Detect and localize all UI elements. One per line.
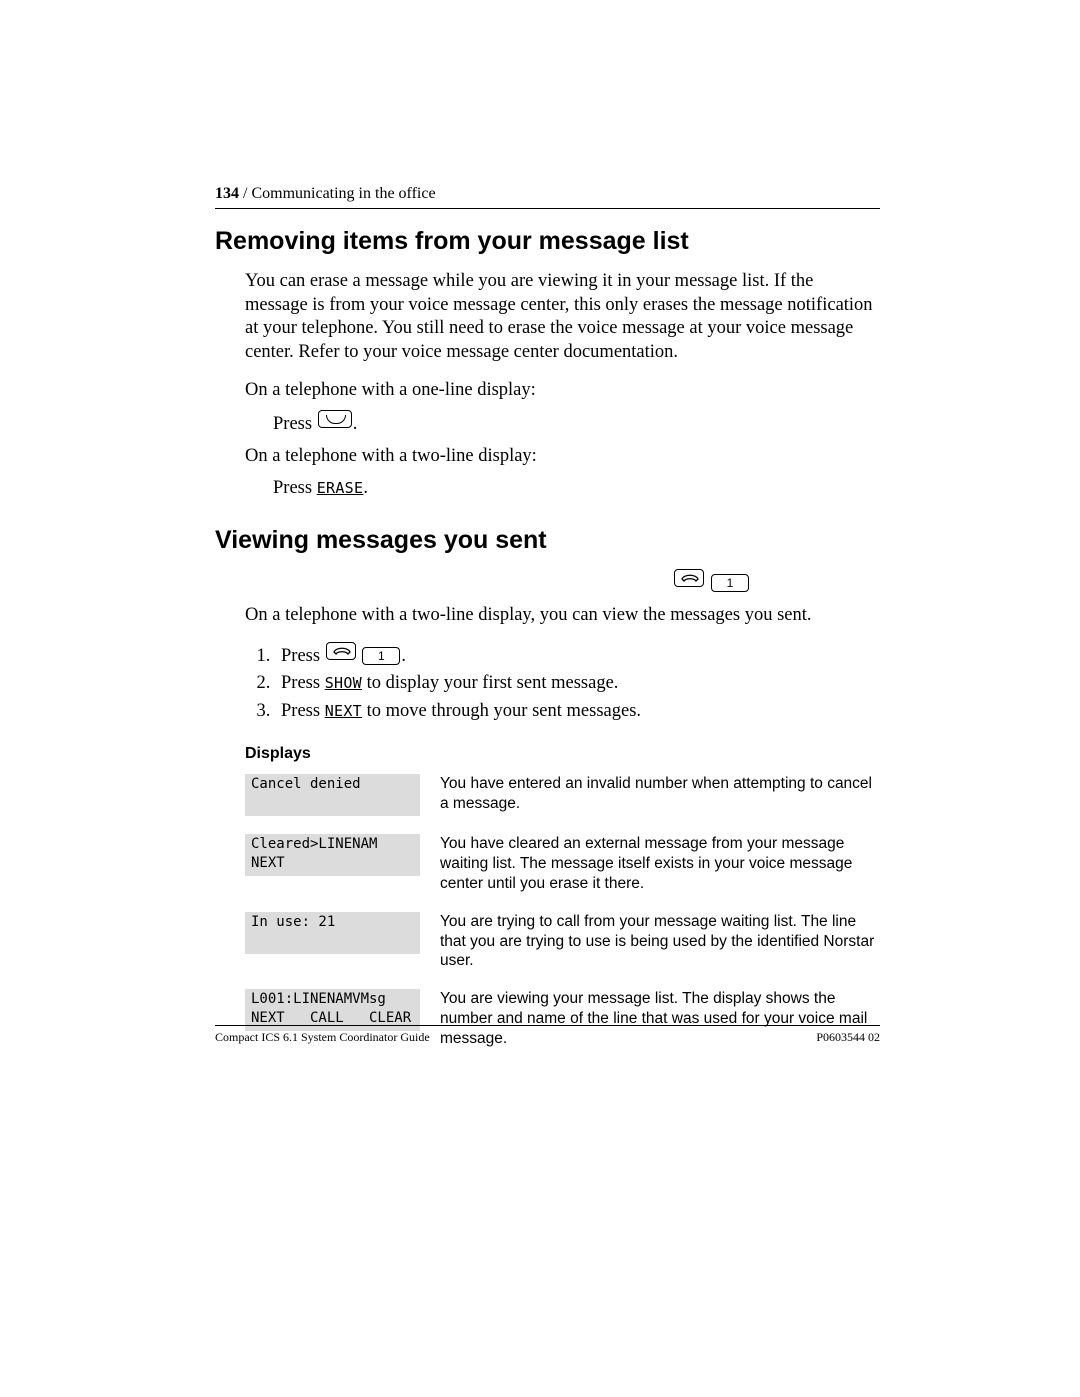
step2-tail: to display your first sent message. <box>362 673 618 693</box>
running-head-sep: / <box>239 185 251 202</box>
digit-key-1: 1 <box>711 574 749 592</box>
display-row: Cleared>LINENAM NEXT You have cleared an… <box>245 834 880 893</box>
period: . <box>353 414 358 434</box>
phone-display: In use: 21 <box>245 912 420 954</box>
body-removing: You can erase a message while you are vi… <box>245 270 880 500</box>
para-press-hold: Press . <box>273 410 880 437</box>
page-footer: Compact ICS 6.1 System Coordinator Guide… <box>215 1025 880 1045</box>
footer-right: P0603544 02 <box>816 1030 880 1045</box>
body-viewing: 1 On a telephone with a two-line display… <box>245 569 880 1048</box>
display-line1: Cancel denied <box>245 774 420 795</box>
running-head-section: Communicating in the office <box>251 185 435 202</box>
running-head: 134 / Communicating in the office <box>215 185 880 209</box>
page-number: 134 <box>215 185 239 202</box>
display-description: You have entered an invalid number when … <box>440 774 880 816</box>
para-press-erase: Press ERASE. <box>273 477 880 501</box>
digit-key-1b: 1 <box>362 647 400 665</box>
step-2: Press SHOW to display your first sent me… <box>275 672 880 696</box>
display-line1: L001:LINENAMVMsg <box>245 989 420 1010</box>
key-sequence-feature-1: 1 <box>245 569 880 596</box>
hold-key-icon <box>318 410 352 428</box>
display-line2 <box>245 933 420 954</box>
display-line1: In use: 21 <box>245 912 420 933</box>
softkey-erase: ERASE <box>317 479 364 497</box>
step3-press: Press <box>281 701 325 721</box>
display-description: You are trying to call from your message… <box>440 912 880 971</box>
step-1: Press 1. <box>275 642 880 669</box>
para-viewing-intro: On a telephone with a two-line display, … <box>245 604 880 628</box>
display-line2: NEXT <box>245 855 420 876</box>
display-line1: Cleared>LINENAM <box>245 834 420 855</box>
press-word-2: Press <box>273 478 317 498</box>
para-twoline-intro: On a telephone with a two-line display: <box>245 445 880 469</box>
phone-display: Cleared>LINENAM NEXT <box>245 834 420 876</box>
heading-displays: Displays <box>245 744 880 764</box>
step-3: Press NEXT to move through your sent mes… <box>275 700 880 724</box>
press-word: Press <box>273 414 317 434</box>
steps-list: Press 1. Press SHOW to display your firs… <box>245 642 880 724</box>
period-2: . <box>363 478 368 498</box>
heading-viewing-messages: Viewing messages you sent <box>215 526 880 555</box>
page-content: 134 / Communicating in the office Removi… <box>215 185 880 1067</box>
footer-left: Compact ICS 6.1 System Coordinator Guide <box>215 1030 430 1045</box>
para-oneline-intro: On a telephone with a one-line display: <box>245 379 880 403</box>
feature-key-icon-2 <box>326 642 356 660</box>
display-line2 <box>245 795 420 816</box>
phone-display: Cancel denied <box>245 774 420 816</box>
display-row: Cancel denied You have entered an invali… <box>245 774 880 816</box>
feature-key-icon <box>674 569 704 587</box>
para-removing-intro: You can erase a message while you are vi… <box>245 270 880 365</box>
step1-period: . <box>401 646 406 666</box>
step2-press: Press <box>281 673 325 693</box>
heading-removing-items: Removing items from your message list <box>215 227 880 256</box>
softkey-next: NEXT <box>325 702 362 720</box>
display-row: In use: 21 You are trying to call from y… <box>245 912 880 971</box>
display-screen: In use: 21 <box>245 912 420 971</box>
display-description: You have cleared an external message fro… <box>440 834 880 893</box>
step1-press: Press <box>281 646 325 666</box>
softkey-show: SHOW <box>325 674 362 692</box>
display-screen: Cancel denied <box>245 774 420 816</box>
display-screen: Cleared>LINENAM NEXT <box>245 834 420 893</box>
step3-tail: to move through your sent messages. <box>362 701 641 721</box>
